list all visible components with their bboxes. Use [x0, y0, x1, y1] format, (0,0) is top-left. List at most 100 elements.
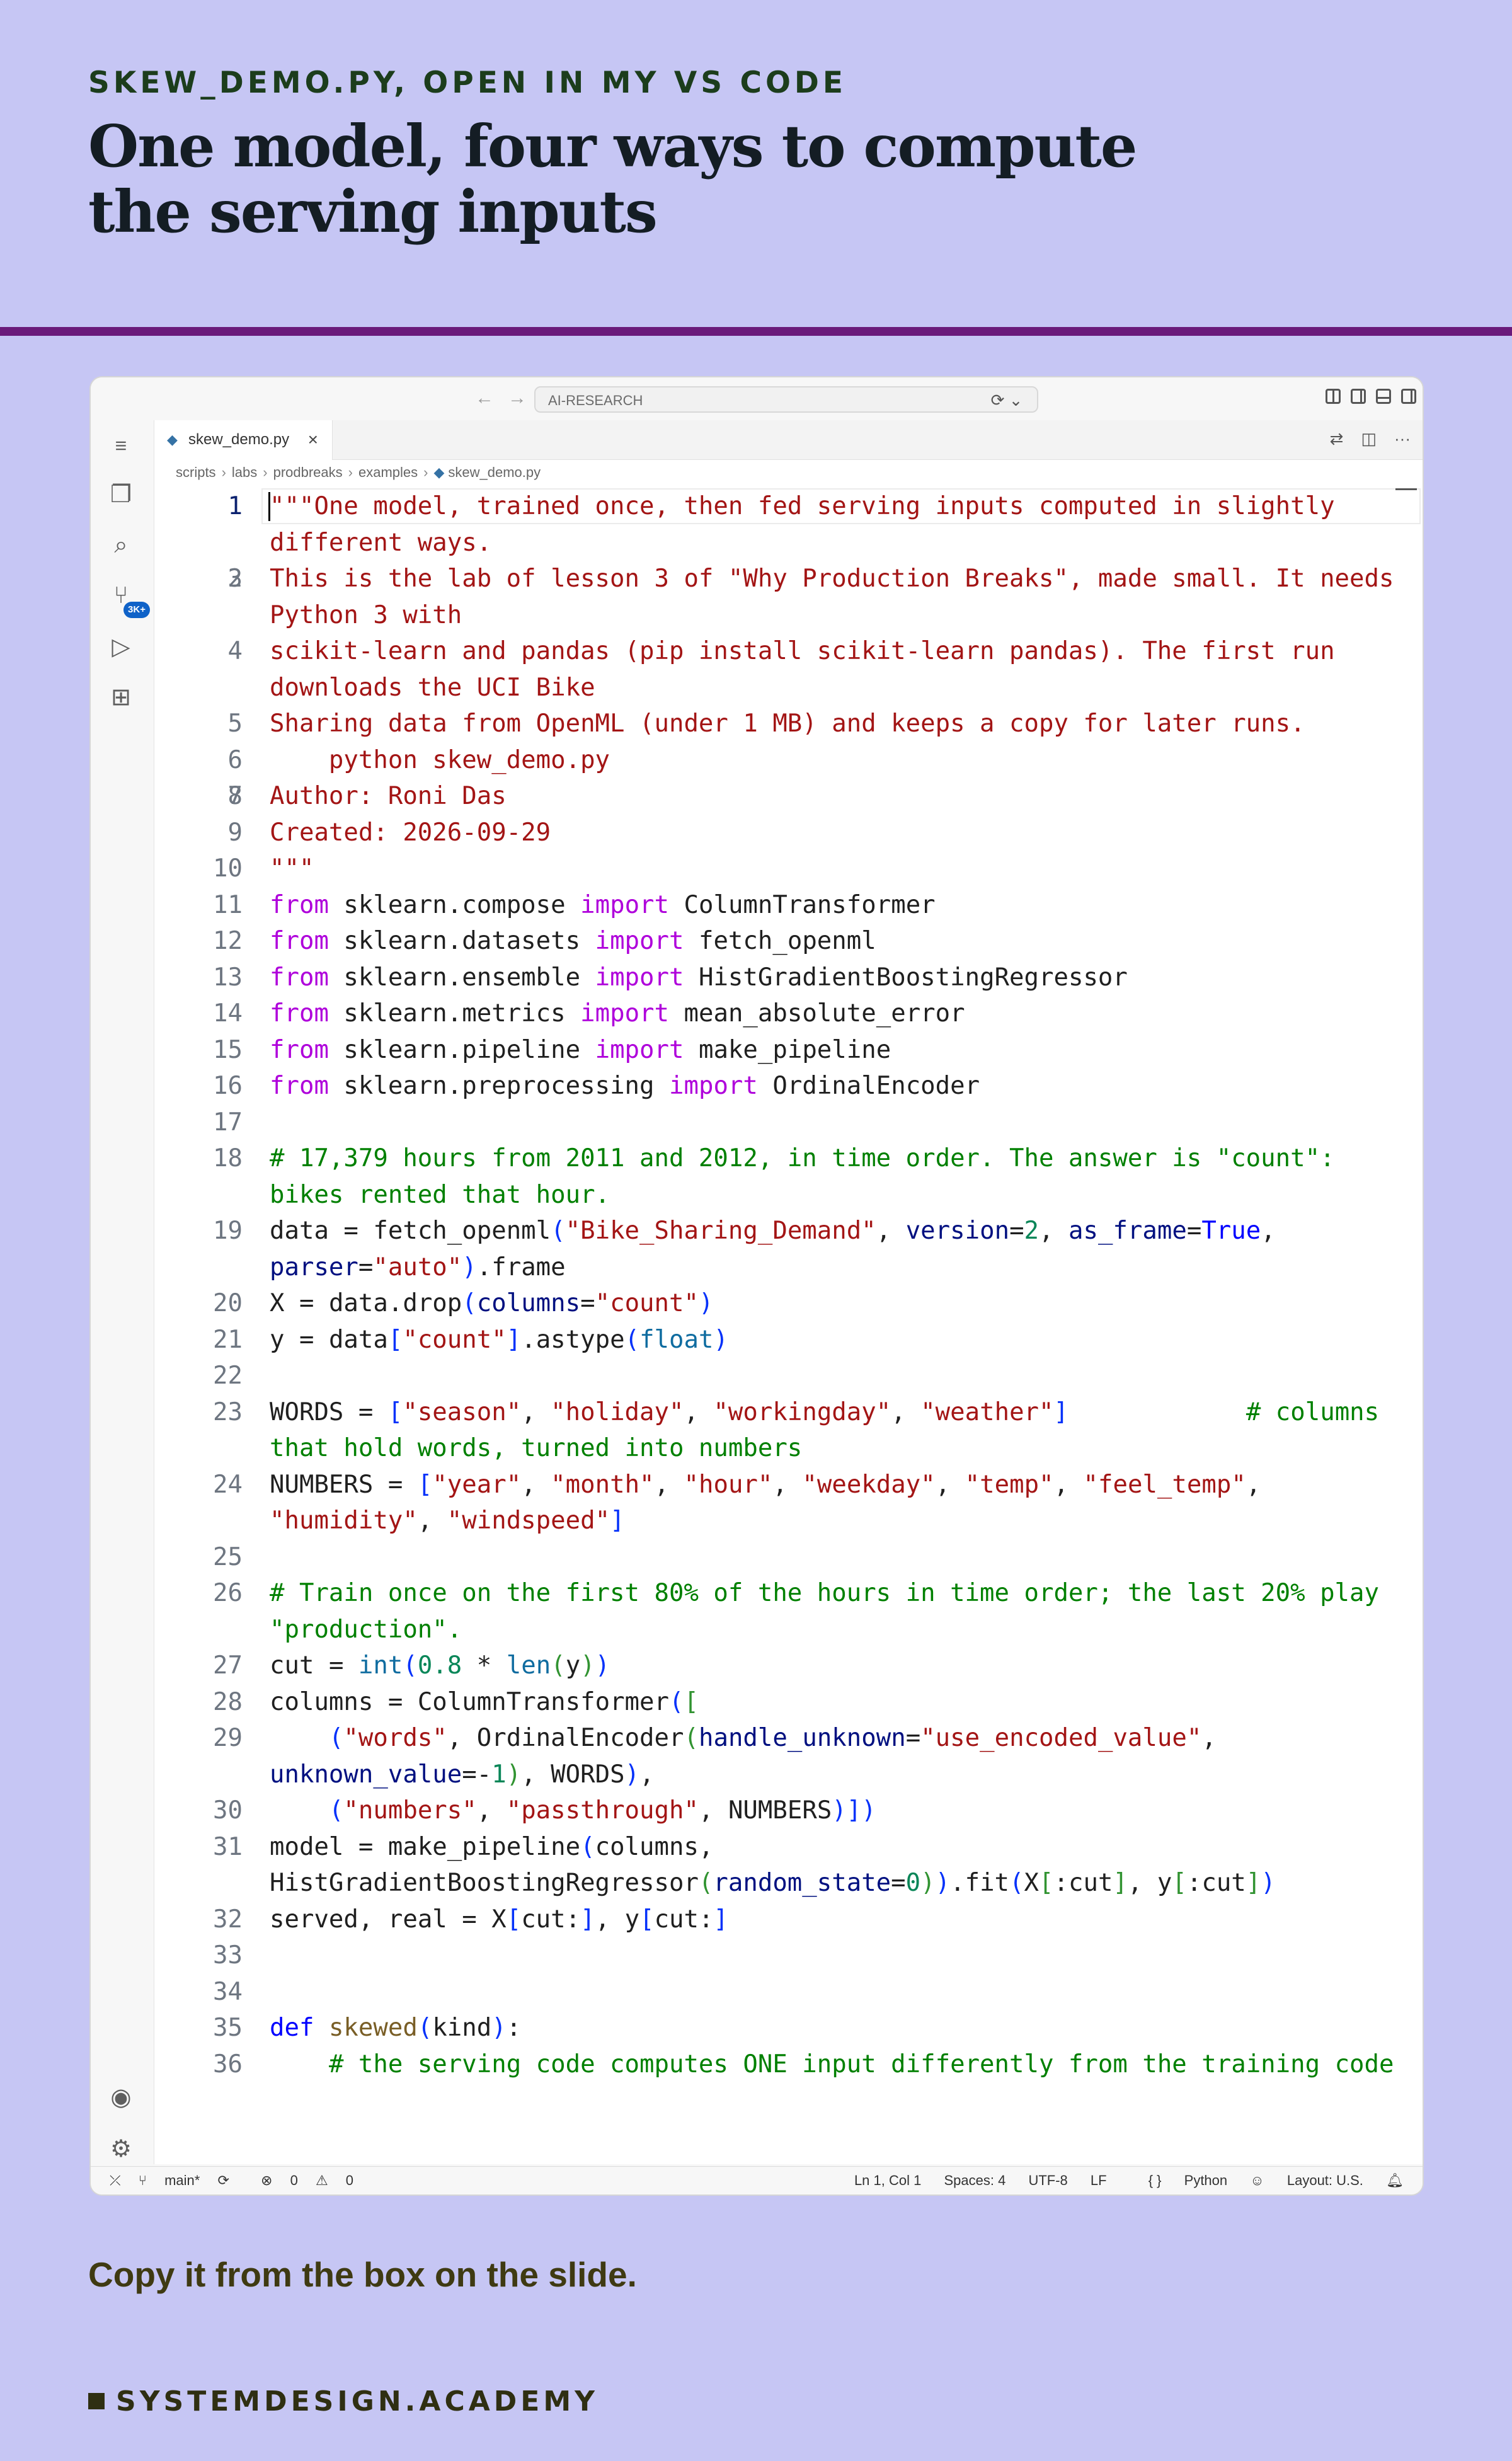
slide-kicker: SKEW_DEMO.PY, OPEN IN MY VS CODE: [88, 66, 847, 100]
code-line[interactable]: 33 ​: [154, 1937, 1423, 1974]
forward-arrow-icon[interactable]: →: [508, 387, 527, 408]
code-line[interactable]: 17 ​: [154, 1104, 1423, 1141]
breadcrumb-item[interactable]: prodbreaks: [273, 464, 343, 480]
code-line[interactable]: 36 # the serving code computes ONE input…: [154, 2046, 1423, 2083]
code-text: from sklearn.compose import ColumnTransf…: [270, 890, 936, 919]
tab-skew-demo[interactable]: ◆ skew_demo.py ×: [154, 420, 333, 460]
line-number: 23: [213, 1397, 243, 1426]
breadcrumb-item[interactable]: examples: [358, 464, 418, 480]
notifications-bell-icon[interactable]: 🔔︎: [1386, 2172, 1404, 2188]
code-line[interactable]: 31 model = make_pipeline(columns, HistGra…: [154, 1829, 1423, 1902]
keyboard-layout[interactable]: Layout: U.S.: [1287, 2172, 1363, 2188]
source-control-icon[interactable]: ⑂ 3K+: [105, 579, 150, 618]
line-number: 4: [227, 637, 243, 665]
code-line[interactable]: 9 Created: 2026-09-29: [154, 815, 1423, 851]
code-line[interactable]: 22 ​: [154, 1358, 1423, 1394]
toggle-secondary-sidebar-icon[interactable]: [1401, 389, 1416, 404]
code-text: WORDS = ["season", "holiday", "workingda…: [270, 1397, 1394, 1463]
code-line[interactable]: 32 served, real = X[cut:], y[cut:]: [154, 1902, 1423, 1938]
line-number: 29: [213, 1724, 243, 1752]
run-debug-icon[interactable]: ▷: [105, 631, 137, 663]
breadcrumb-item[interactable]: scripts: [176, 464, 216, 480]
code-line[interactable]: 20 X = data.drop(columns="count"): [154, 1285, 1423, 1322]
code-text: Created: 2026-09-29: [270, 818, 551, 847]
brand: SYSTEMDESIGN.ACADEMY: [88, 2385, 598, 2418]
breadcrumb-item[interactable]: labs: [232, 464, 257, 480]
code-line[interactable]: 8 Author: Roni Das: [154, 778, 1423, 815]
cursor-position[interactable]: Ln 1, Col 1: [854, 2172, 921, 2188]
back-arrow-icon[interactable]: ←: [475, 387, 494, 408]
code-text: ​: [270, 1358, 1397, 1394]
code-line[interactable]: 24 NUMBERS = ["year", "month", "hour", "w…: [154, 1467, 1423, 1539]
split-editor-icon[interactable]: ◫: [1361, 429, 1377, 448]
line-number: 36: [213, 2050, 243, 2079]
copilot-icon[interactable]: ☺: [1250, 2172, 1264, 2188]
code-line[interactable]: 30 ("numbers", "passthrough", NUMBERS)]): [154, 1793, 1423, 1829]
code-text: def skewed(kind):: [270, 2014, 522, 2042]
error-icon: ⊗: [261, 2172, 273, 2188]
search-icon[interactable]: ⌕: [105, 529, 137, 561]
code-line[interactable]: 14 from sklearn.metrics import mean_absol…: [154, 995, 1423, 1032]
code-line[interactable]: 10 """: [154, 851, 1423, 887]
vscode-window: ← → AI-RESEARCH ⟳ ⌄ ≡ ❐ ⌕ ⑂ 3K+ ▷ ⊞ ◉ ⚙ ◆…: [89, 376, 1424, 2196]
language-label: Python: [1184, 2172, 1228, 2188]
copilot-chat-icon[interactable]: ⟳ ⌄: [975, 387, 1038, 413]
code-line[interactable]: 34 ​: [154, 1974, 1423, 2011]
layout-customize-icon[interactable]: [1326, 389, 1341, 404]
compare-changes-icon[interactable]: ⇄: [1330, 429, 1344, 448]
code-line[interactable]: 19 data = fetch_openml("Bike_Sharing_Dema…: [154, 1213, 1423, 1285]
line-number: 22: [213, 1362, 243, 1390]
close-icon[interactable]: ×: [308, 420, 318, 459]
code-line[interactable]: 4 scikit-learn and pandas (pip install sc…: [154, 633, 1423, 706]
code-text: # 17,379 hours from 2011 and 2012, in ti…: [270, 1144, 1350, 1209]
code-text: # the serving code computes ONE input di…: [328, 2050, 1394, 2079]
layout-controls: [1315, 389, 1416, 407]
account-icon[interactable]: ◉: [105, 2081, 137, 2114]
code-line[interactable]: 11 from sklearn.compose import ColumnTran…: [154, 887, 1423, 924]
code-line[interactable]: 3 This is the lab of lesson 3 of "Why Pro…: [154, 561, 1423, 633]
code-line[interactable]: 35 def skewed(kind):: [154, 2010, 1423, 2046]
branch-indicator[interactable]: ⑂ main* ⟳: [139, 2172, 243, 2188]
python-file-icon: ◆: [433, 464, 445, 480]
code-editor[interactable]: 1 """One model, trained once, then fed se…: [154, 488, 1423, 2158]
code-line[interactable]: 29 ("words", OrdinalEncoder(handle_unkno…: [154, 1720, 1423, 1793]
line-number: 15: [213, 1035, 243, 1064]
explorer-icon[interactable]: ❐: [105, 478, 137, 511]
code-line[interactable]: 25 ​: [154, 1539, 1423, 1576]
code-line[interactable]: 5 Sharing data from OpenML (under 1 MB) a…: [154, 706, 1423, 742]
settings-gear-icon[interactable]: ⚙: [105, 2133, 137, 2166]
problems-indicator[interactable]: ⊗ 0 ⚠ 0: [261, 2172, 367, 2188]
code-line[interactable]: 13 from sklearn.ensemble import HistGradi…: [154, 960, 1423, 996]
status-right: Ln 1, Col 1 Spaces: 4 UTF-8 LF { } Pytho…: [835, 2167, 1404, 2194]
breadcrumb: scripts › labs › prodbreaks › examples › ◆ skew_d…: [176, 464, 541, 481]
code-line[interactable]: 26 # Train once on the first 80% of the h…: [154, 1575, 1423, 1648]
code-line[interactable]: 12 from sklearn.datasets import fetch_ope…: [154, 923, 1423, 960]
code-line[interactable]: 15 from sklearn.pipeline import make_pipe…: [154, 1032, 1423, 1069]
branch-icon: ⑂: [138, 2172, 147, 2188]
remote-icon[interactable]: ⤫: [110, 2172, 121, 2188]
menu-icon[interactable]: ≡: [105, 429, 137, 462]
code-line[interactable]: 6 python skew_demo.py: [154, 742, 1423, 779]
line-number: 33: [213, 1941, 243, 1970]
toggle-sidebar-icon[interactable]: [1351, 389, 1366, 404]
indentation[interactable]: Spaces: 4: [944, 2172, 1005, 2188]
breadcrumb-item[interactable]: skew_demo.py: [448, 464, 541, 480]
code-line[interactable]: 28 columns = ColumnTransformer([: [154, 1684, 1423, 1721]
end-of-line[interactable]: LF: [1091, 2172, 1107, 2188]
code-line[interactable]: 23 WORDS = ["season", "holiday", "working…: [154, 1394, 1423, 1467]
toggle-panel-icon[interactable]: [1376, 389, 1391, 404]
encoding[interactable]: UTF-8: [1028, 2172, 1067, 2188]
code-line[interactable]: 16 from sklearn.preprocessing import Ordi…: [154, 1068, 1423, 1104]
more-actions-icon[interactable]: ···: [1394, 429, 1411, 448]
title-bar: ← → AI-RESEARCH ⟳ ⌄: [91, 377, 1423, 420]
code-text: from sklearn.datasets import fetch_openm…: [270, 927, 876, 955]
code-text: ​: [270, 1104, 1397, 1141]
code-line[interactable]: 21 y = data["count"].astype(float): [154, 1322, 1423, 1358]
code-line[interactable]: 27 cut = int(0.8 * len(y)): [154, 1648, 1423, 1684]
extensions-icon[interactable]: ⊞: [105, 681, 137, 714]
command-center[interactable]: AI-RESEARCH: [534, 386, 1038, 413]
code-line[interactable]: 1 """One model, trained once, then fed se…: [154, 488, 1423, 561]
language-mode[interactable]: { } Python: [1130, 2172, 1227, 2188]
code-line[interactable]: 18 # 17,379 hours from 2011 and 2012, in …: [154, 1140, 1423, 1213]
line-number: 17: [213, 1108, 243, 1137]
